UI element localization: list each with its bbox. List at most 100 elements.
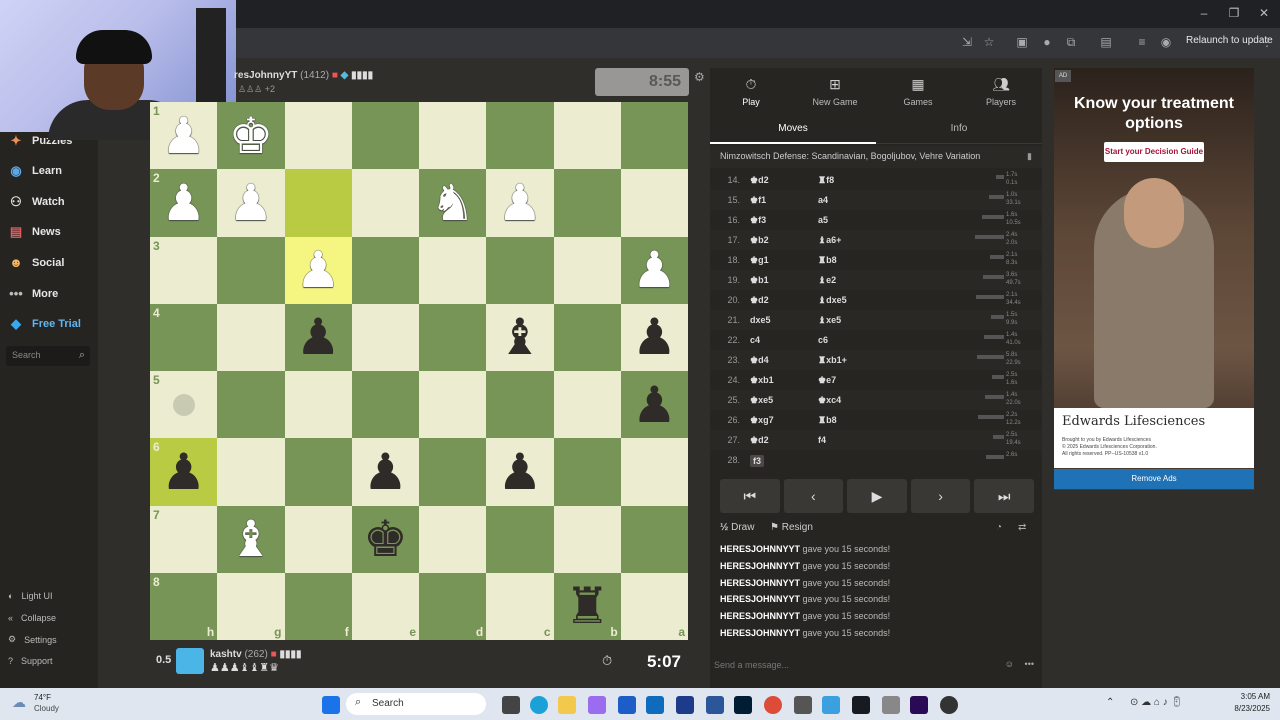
black-move[interactable]: ♝a6+: [818, 235, 841, 246]
board-square[interactable]: [351, 303, 419, 371]
ad-banner[interactable]: Know your treatment options Start your D…: [1054, 68, 1254, 490]
white-piece[interactable]: ♟: [296, 245, 341, 295]
sidebar-item-news[interactable]: ▤ News: [8, 222, 61, 242]
premiere-icon[interactable]: [910, 696, 928, 714]
black-move[interactable]: ♝e2: [818, 275, 836, 286]
move-row[interactable]: 15. ♚f1 a4 1.0s 33.1s: [710, 190, 1042, 210]
black-move[interactable]: ♜b8: [818, 415, 837, 426]
board-square[interactable]: [217, 438, 285, 506]
board-square[interactable]: [553, 169, 621, 237]
puzzle-ext-icon[interactable]: ⧉: [1064, 35, 1078, 49]
board-square[interactable]: [620, 169, 688, 237]
chat-user[interactable]: HERESJOHNNYYT: [720, 578, 800, 588]
chat-user[interactable]: HERESJOHNNYYT: [720, 628, 800, 638]
black-piece[interactable]: ♚: [363, 514, 408, 564]
board-square[interactable]: ♟: [284, 236, 352, 304]
tray-chevron-icon[interactable]: ⌃: [1106, 697, 1114, 708]
board-square[interactable]: ♟: [217, 169, 285, 237]
white-move[interactable]: ♚b1: [750, 275, 769, 286]
move-row[interactable]: 23. ♚d4 ♜xb1+ 5.8s 22.9s: [710, 350, 1042, 370]
board-square[interactable]: [553, 236, 621, 304]
taskbar-search[interactable]: ⌕ Search: [346, 693, 486, 715]
tab-games[interactable]: ▦ Games: [877, 76, 959, 107]
bottom-player-name[interactable]: kashtv: [210, 649, 242, 660]
tray-icons[interactable]: ⊙ ☁ ⌂ ♪ 🔋︎: [1130, 697, 1183, 708]
board-square[interactable]: 4: [150, 303, 218, 371]
black-move[interactable]: a4: [818, 195, 828, 205]
board-square[interactable]: e: [351, 572, 419, 640]
board-square[interactable]: [284, 371, 352, 439]
chrome-icon[interactable]: [764, 696, 782, 714]
board-square[interactable]: ♟: [284, 303, 352, 371]
board-square[interactable]: ♟: [620, 371, 688, 439]
board-square[interactable]: ♚: [217, 102, 285, 170]
white-piece[interactable]: ♟: [161, 111, 206, 161]
black-move[interactable]: f4: [818, 435, 826, 445]
next-move-button[interactable]: ›: [910, 479, 971, 513]
store-icon[interactable]: [706, 696, 724, 714]
move-row[interactable]: 18. ♚g1 ♜b8 2.1s 8.3s: [710, 250, 1042, 270]
gear-icon[interactable]: ⚙: [694, 70, 705, 84]
cast-icon[interactable]: ≡: [1135, 35, 1149, 49]
board-square[interactable]: ♟: [620, 236, 688, 304]
board-square[interactable]: [351, 102, 419, 170]
app2-icon[interactable]: [794, 696, 812, 714]
tab-new-game[interactable]: ⊞ New Game: [794, 76, 876, 107]
sidebar-item-free-trial[interactable]: ◆ Free Trial: [8, 314, 81, 334]
restore-icon[interactable]: ❐: [1226, 6, 1242, 20]
sidebar-item-social[interactable]: ☻ Social: [8, 253, 64, 273]
sidebar-support[interactable]: ? Support: [8, 656, 53, 666]
tab-play[interactable]: ⏱ Play: [710, 76, 792, 107]
board-square[interactable]: [419, 371, 487, 439]
board-square[interactable]: [486, 505, 554, 573]
install-icon[interactable]: ⇲: [960, 35, 974, 49]
board-square[interactable]: [419, 505, 487, 573]
move-row[interactable]: 20. ♚d2 ♝dxe5 2.1s 34.4s: [710, 290, 1042, 310]
app4-icon[interactable]: [882, 696, 900, 714]
sidebar-settings[interactable]: ⚙ Settings: [8, 634, 57, 645]
board-square[interactable]: [620, 102, 688, 170]
white-move[interactable]: ♚d2: [750, 295, 769, 306]
sidebar-light-ui[interactable]: ◐ Light UI: [8, 591, 52, 601]
board-square[interactable]: 2 ♟: [150, 169, 218, 237]
black-piece[interactable]: ♜: [565, 581, 610, 631]
top-player-info[interactable]: resJohnnyYT (1412) ■ ◆ ▮▮▮▮: [234, 70, 373, 81]
board-square[interactable]: [351, 236, 419, 304]
board-square[interactable]: ♞: [419, 169, 487, 237]
board-square[interactable]: [553, 371, 621, 439]
black-piece[interactable]: ♝: [497, 312, 542, 362]
move-row[interactable]: 17. ♚b2 ♝a6+ 2.4s 2.0s: [710, 230, 1042, 250]
white-move[interactable]: ♚d4: [750, 355, 769, 366]
white-move[interactable]: c4: [750, 335, 760, 345]
board-square[interactable]: [553, 303, 621, 371]
more-options-icon[interactable]: •••: [1025, 659, 1034, 669]
black-piece[interactable]: ♟: [363, 447, 408, 497]
board-square[interactable]: [486, 371, 554, 439]
black-move[interactable]: ♜f8: [818, 175, 834, 186]
extension-icon[interactable]: ▣: [1015, 35, 1029, 49]
board-square[interactable]: [217, 236, 285, 304]
black-move[interactable]: ♝dxe5: [818, 295, 847, 306]
board-square[interactable]: b ♜: [553, 572, 621, 640]
black-move[interactable]: c6: [818, 335, 828, 345]
subtab-info[interactable]: Info: [876, 114, 1042, 144]
black-piece[interactable]: ♟: [497, 447, 542, 497]
white-move[interactable]: ♚xe5: [750, 395, 773, 406]
board-square[interactable]: [553, 505, 621, 573]
minimize-icon[interactable]: –: [1196, 6, 1212, 20]
sidepanel-icon[interactable]: ▤: [1099, 35, 1113, 49]
avatar[interactable]: [176, 648, 204, 674]
board-square[interactable]: [284, 505, 352, 573]
white-move[interactable]: ♚d2: [750, 435, 769, 446]
sidebar-item-learn[interactable]: ◉ Learn: [8, 161, 62, 181]
white-move[interactable]: dxe5: [750, 315, 771, 325]
sidebar-item-watch[interactable]: ⚇ Watch: [8, 192, 64, 212]
black-piece[interactable]: ♟: [632, 380, 677, 430]
board-square[interactable]: [620, 438, 688, 506]
board-square[interactable]: [419, 102, 487, 170]
prev-move-button[interactable]: ‹: [783, 479, 844, 513]
board-square[interactable]: c: [486, 572, 554, 640]
black-move[interactable]: ♚e7: [818, 375, 836, 386]
subtab-moves[interactable]: Moves: [710, 114, 876, 144]
board-square[interactable]: [351, 371, 419, 439]
